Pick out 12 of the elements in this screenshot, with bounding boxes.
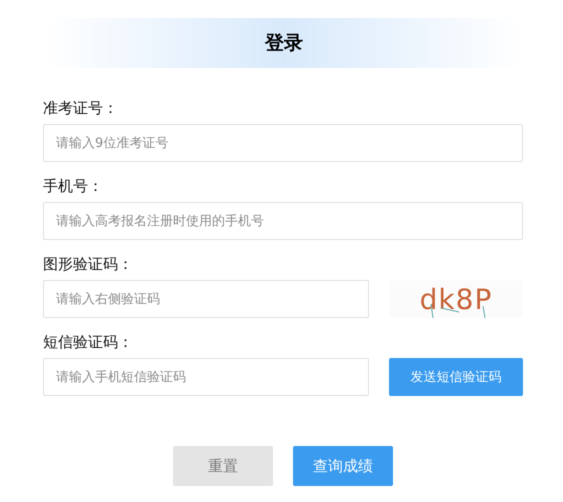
captcha-image[interactable]: dk8P (389, 280, 523, 318)
field-label: 短信验证码： (43, 332, 133, 352)
input-field[interactable]: 请输入9位准考证号 (43, 124, 523, 162)
field-label: 准考证号： (43, 98, 118, 118)
field-label: 图形验证码： (43, 254, 133, 274)
query-button[interactable]: 查询成绩 (293, 446, 393, 486)
field-label: 手机号： (43, 176, 103, 196)
send-code-button[interactable]: 发送短信验证码 (389, 358, 523, 396)
reset-button[interactable]: 重置 (173, 446, 273, 486)
input-field[interactable]: 请输入右侧验证码 (43, 280, 369, 318)
input-field[interactable]: 请输入手机短信验证码 (43, 358, 369, 396)
input-field[interactable]: 请输入高考报名注册时使用的手机号 (43, 202, 523, 240)
